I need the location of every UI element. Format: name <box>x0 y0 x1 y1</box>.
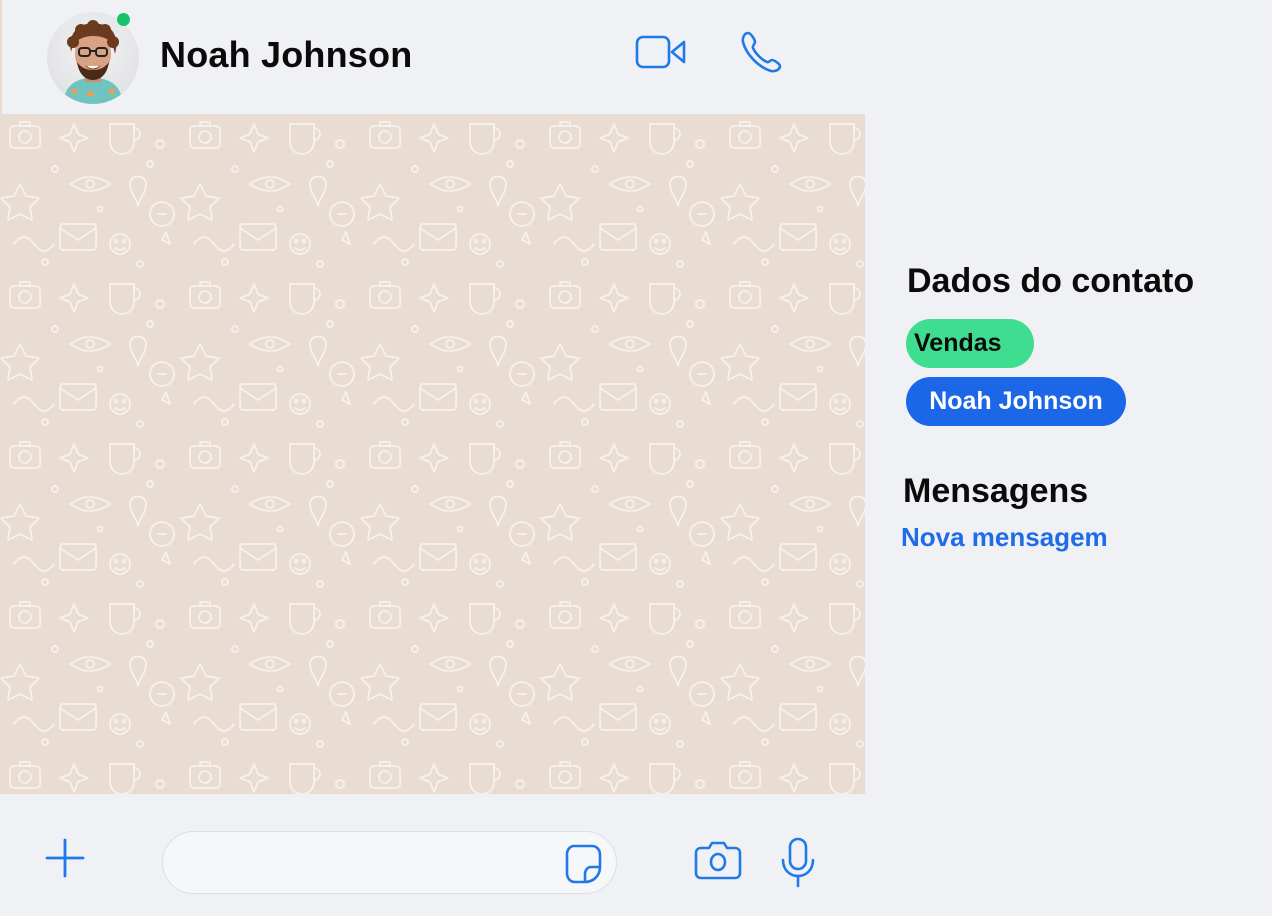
message-input[interactable] <box>185 832 559 895</box>
chat-wallpaper-doodle-pattern <box>0 114 865 794</box>
contact-details-panel: Dados do contato Vendas Noah Johnson Men… <box>865 0 1272 916</box>
contact-details-heading: Dados do contato <box>907 262 1195 300</box>
contact-name: Noah Johnson <box>160 34 413 75</box>
message-input-container <box>162 831 617 895</box>
camera-icon <box>694 841 742 880</box>
video-call-button[interactable] <box>634 28 688 76</box>
voice-call-button[interactable] <box>734 28 788 76</box>
online-status-indicator <box>117 13 130 26</box>
messages-heading: Mensagens <box>903 472 1089 510</box>
sticker-icon <box>565 844 602 884</box>
camera-button[interactable] <box>694 838 742 882</box>
microphone-icon <box>781 837 815 888</box>
attach-button[interactable] <box>42 836 88 882</box>
chat-header: Noah Johnson <box>0 0 865 114</box>
avatar[interactable] <box>47 12 139 104</box>
video-camera-icon <box>635 35 686 69</box>
user-photo-icon <box>63 20 123 104</box>
sticker-button[interactable] <box>563 843 603 885</box>
phone-icon <box>741 31 782 73</box>
chat-messages-area <box>0 114 865 794</box>
new-message-link[interactable]: Nova mensagem <box>901 522 1108 553</box>
voice-message-button[interactable] <box>778 836 818 888</box>
plus-icon <box>45 838 85 878</box>
tag-badge-sales[interactable]: Vendas <box>906 319 1034 368</box>
tag-badge-contact[interactable]: Noah Johnson <box>906 377 1126 426</box>
